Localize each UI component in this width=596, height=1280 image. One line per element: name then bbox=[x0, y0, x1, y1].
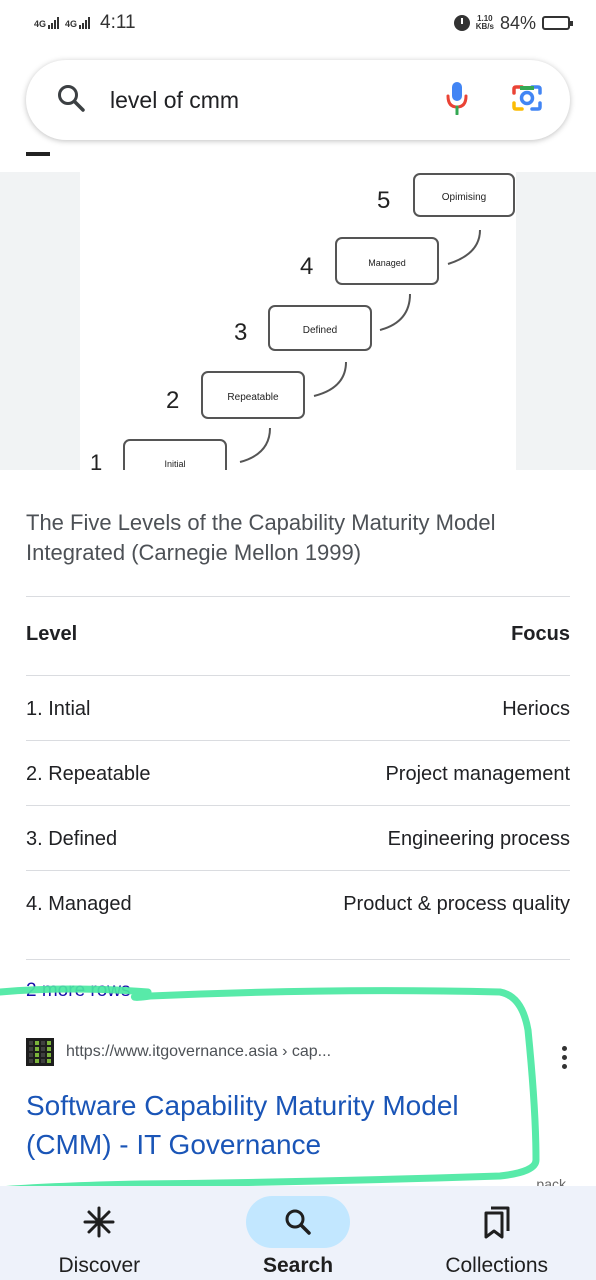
step-number: 5 bbox=[377, 187, 390, 214]
focus-cell: Heriocs bbox=[502, 698, 570, 720]
result-source[interactable]: https://www.itgovernance.asia › cap... bbox=[26, 1038, 570, 1066]
nav-search[interactable]: Search bbox=[199, 1186, 398, 1280]
more-rows-link[interactable]: 2 more rows bbox=[26, 980, 131, 1002]
search-icon[interactable] bbox=[246, 1196, 350, 1248]
signal-2-icon: 4G bbox=[65, 17, 91, 29]
nav-label-search: Search bbox=[262, 1254, 334, 1277]
network-type-2: 4G bbox=[65, 19, 78, 29]
search-bar[interactable] bbox=[26, 60, 570, 140]
network-speed: 1.10 KB/s bbox=[476, 15, 494, 31]
level-cell: 2. Repeatable bbox=[26, 763, 151, 785]
step-number: 3 bbox=[234, 319, 247, 346]
bottom-navigation: Discover Search Collections bbox=[0, 1186, 596, 1280]
mic-icon[interactable] bbox=[446, 81, 468, 120]
search-icon[interactable] bbox=[56, 83, 86, 118]
result-image[interactable]: 5 Opimising 4 Managed 3 Defined 2 Repeat… bbox=[0, 150, 596, 470]
nav-label-discover: Discover bbox=[58, 1254, 141, 1277]
level-cell: 1. Intial bbox=[26, 698, 91, 720]
level-cell: 3. Defined bbox=[26, 828, 118, 850]
step-number: 1 bbox=[90, 450, 102, 470]
speed-unit: KB/s bbox=[475, 22, 494, 31]
image-caption: The Five Levels of the Capability Maturi… bbox=[26, 510, 496, 565]
cmm-staircase-diagram: 5 Opimising 4 Managed 3 Defined 2 Repeat… bbox=[90, 173, 515, 470]
table-header: Level Focus bbox=[26, 596, 570, 675]
focus-cell: Project management bbox=[385, 763, 570, 785]
result-title-link[interactable]: Software Capability Maturity Model (CMM)… bbox=[26, 1086, 516, 1164]
featured-table: Level Focus 1. Intial Heriocs 2. Repeata… bbox=[26, 596, 570, 960]
bookmarks-icon[interactable] bbox=[445, 1196, 549, 1248]
step-label: Defined bbox=[303, 325, 337, 336]
search-result[interactable]: https://www.itgovernance.asia › cap... S… bbox=[26, 1038, 570, 1164]
table-row: 4. Managed Product & process quality bbox=[26, 870, 570, 960]
drag-handle bbox=[26, 152, 50, 156]
table-row: 1. Intial Heriocs bbox=[26, 675, 570, 740]
nav-label-collections: Collections bbox=[445, 1254, 549, 1277]
search-input[interactable] bbox=[110, 86, 446, 114]
alarm-icon bbox=[453, 15, 470, 31]
nav-collections[interactable]: Collections bbox=[397, 1186, 596, 1280]
site-favicon-icon bbox=[26, 1038, 54, 1066]
signal-1-icon: 4G bbox=[34, 17, 60, 29]
focus-cell: Product & process quality bbox=[343, 893, 570, 915]
network-type-1: 4G bbox=[34, 19, 47, 29]
table-row: 3. Defined Engineering process bbox=[26, 805, 570, 870]
step-label: Managed bbox=[368, 258, 406, 268]
battery-percent: 84% bbox=[499, 12, 536, 33]
lens-camera-icon[interactable] bbox=[510, 83, 544, 118]
focus-cell: Engineering process bbox=[387, 828, 570, 850]
column-header-level: Level bbox=[26, 623, 78, 645]
level-cell: 4. Managed bbox=[26, 893, 132, 915]
column-header-focus: Focus bbox=[511, 623, 570, 645]
step-label: Initial bbox=[164, 459, 185, 469]
status-bar: 4G 4G 4:11 1.10 KB/s 84% bbox=[0, 0, 596, 46]
step-number: 2 bbox=[166, 387, 179, 414]
clock: 4:11 bbox=[100, 12, 136, 33]
battery-icon bbox=[542, 16, 573, 30]
more-options-icon[interactable] bbox=[560, 1046, 568, 1069]
table-row: 2. Repeatable Project management bbox=[26, 740, 570, 805]
asterisk-icon[interactable] bbox=[47, 1196, 151, 1248]
nav-discover[interactable]: Discover bbox=[0, 1186, 199, 1280]
step-label: Repeatable bbox=[227, 392, 279, 403]
step-number: 4 bbox=[300, 253, 313, 280]
step-label: Opimising bbox=[442, 192, 486, 203]
result-url[interactable]: https://www.itgovernance.asia › cap... bbox=[66, 1043, 331, 1061]
